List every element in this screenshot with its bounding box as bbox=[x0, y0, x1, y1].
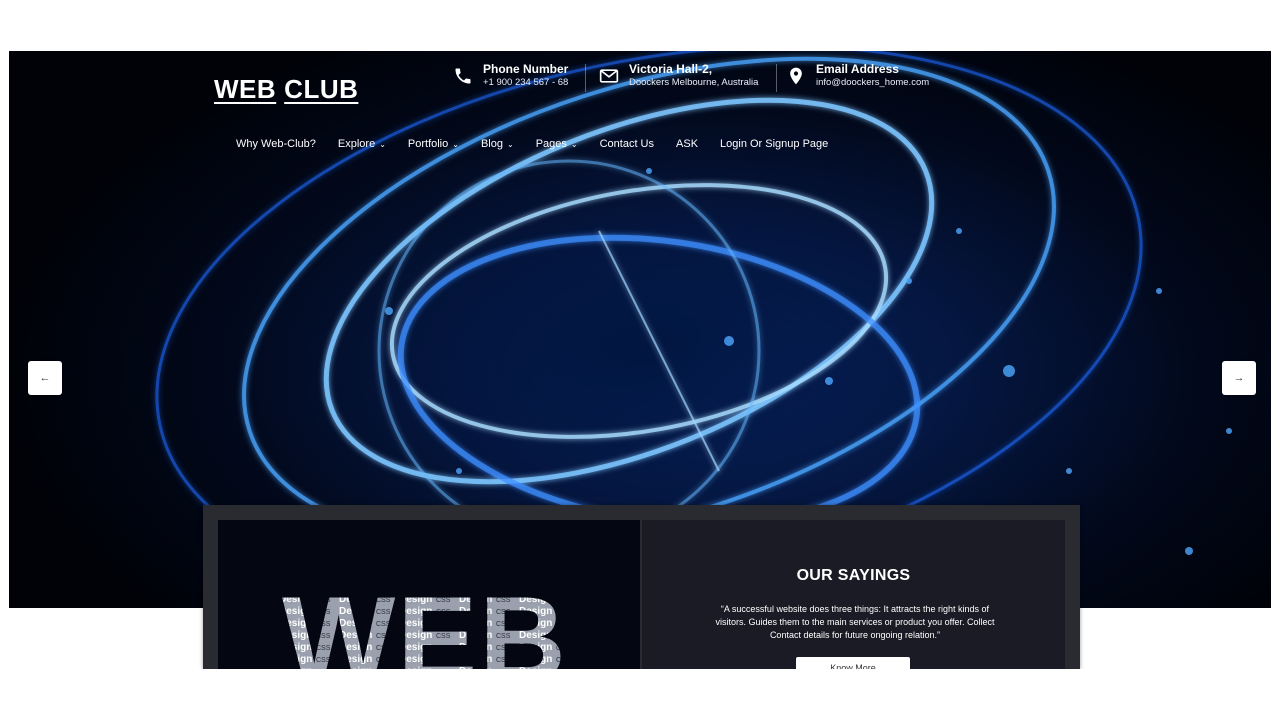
chevron-down-icon: ⌄ bbox=[570, 140, 578, 149]
nav-label: ASK bbox=[676, 138, 699, 150]
chevron-down-icon: ⌄ bbox=[452, 140, 459, 149]
slider-next-button[interactable]: → bbox=[1222, 361, 1256, 395]
nav-item-why-web-club[interactable]: Why Web-Club? bbox=[236, 138, 316, 150]
web-typography-image: Design CSS WEB bbox=[218, 520, 640, 669]
contact-divider bbox=[776, 64, 777, 92]
nav-label: Explore bbox=[337, 138, 376, 150]
arrow-right-icon: → bbox=[1233, 372, 1245, 384]
contact-address-detail: Doockers Melbourne, Australia bbox=[629, 77, 759, 88]
contact-email-title: Email Address bbox=[816, 62, 899, 76]
nav-item-portfolio[interactable]: Portfolio ⌄ bbox=[408, 138, 459, 150]
envelope-icon bbox=[599, 69, 619, 83]
chevron-down-icon: ⌄ bbox=[379, 140, 386, 149]
logo-word-2: CLUB bbox=[284, 74, 359, 104]
sayings-title: OUR SAYINGS bbox=[796, 567, 911, 584]
contact-address-title: Victoria Hall-2, bbox=[629, 62, 713, 76]
web-word-art: Design CSS WEB bbox=[282, 572, 568, 669]
nav-label: Blog bbox=[480, 138, 503, 150]
nav-item-explore[interactable]: Explore ⌄ bbox=[338, 138, 386, 150]
nav-label: Portfolio bbox=[407, 138, 449, 150]
contact-phone: Phone Number +1 900 234 567 - 68 bbox=[453, 62, 568, 89]
contact-email-detail[interactable]: info@doockers_home.com bbox=[816, 77, 929, 89]
nav-label: Pages bbox=[535, 138, 567, 150]
site-logo[interactable]: WEB CLUB bbox=[214, 74, 366, 105]
contact-email: Email Address info@doockers_home.com bbox=[786, 62, 929, 89]
nav-item-ask[interactable]: ASK bbox=[676, 138, 698, 150]
nav-label: Contact Us bbox=[599, 138, 655, 150]
logo-word-1: WEB bbox=[214, 74, 277, 104]
main-nav: Why Web-Club? Explore ⌄ Portfolio ⌄ Blog ⌄ … bbox=[236, 138, 850, 150]
svg-text:WEB: WEB bbox=[282, 572, 568, 669]
nav-item-blog[interactable]: Blog ⌄ bbox=[481, 138, 514, 150]
page-bottom-whitespace bbox=[0, 669, 1280, 720]
sayings-card: Design CSS WEB OUR SAYINGS “A successful… bbox=[203, 505, 1080, 677]
nav-label: Why Web-Club? bbox=[236, 138, 316, 150]
contact-phone-detail[interactable]: +1 900 234 567 - 68 bbox=[483, 77, 568, 89]
nav-item-contact-us[interactable]: Contact Us bbox=[600, 138, 654, 150]
chevron-down-icon: ⌄ bbox=[506, 140, 514, 149]
sayings-quote: “A successful website does three things:… bbox=[715, 604, 995, 640]
map-pin-icon bbox=[790, 67, 802, 85]
sayings-panel: OUR SAYINGS “A successful website does t… bbox=[642, 520, 1065, 677]
contact-divider bbox=[585, 64, 586, 92]
nav-item-pages[interactable]: Pages ⌄ bbox=[536, 138, 578, 150]
contact-phone-title: Phone Number bbox=[483, 62, 569, 76]
phone-icon bbox=[455, 68, 471, 84]
arrow-left-icon: ← bbox=[39, 372, 51, 384]
contact-address: Victoria Hall-2, Doockers Melbourne, Aus… bbox=[599, 62, 758, 89]
nav-label: Login Or Signup Page bbox=[720, 138, 829, 150]
nav-item-login-signup[interactable]: Login Or Signup Page bbox=[720, 138, 828, 150]
slider-prev-button[interactable]: ← bbox=[28, 361, 62, 395]
